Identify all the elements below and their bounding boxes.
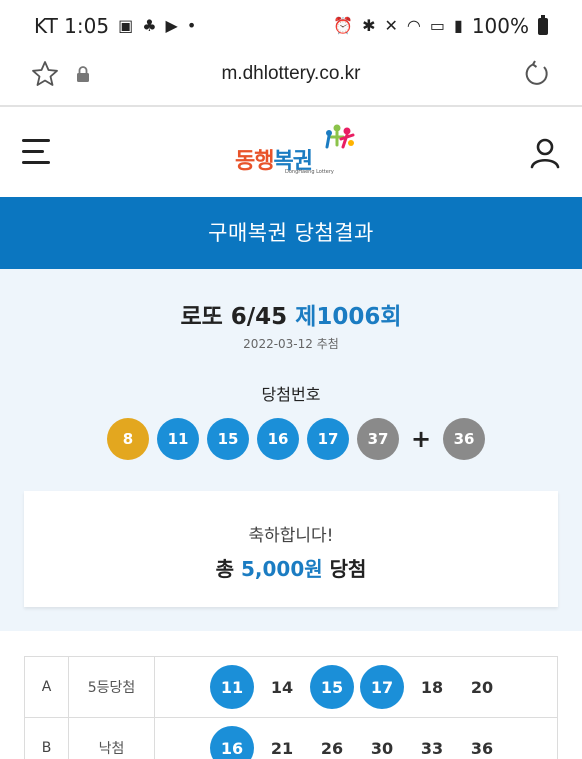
- prize-total: 총 5,000원 당첨: [24, 553, 558, 582]
- ticket-number: 26: [320, 738, 344, 758]
- ticket-row-letter: A: [25, 657, 69, 717]
- hd-icon: ▭: [429, 16, 445, 35]
- site-header: 동행복권 DongHaeng Lottery: [0, 109, 582, 197]
- ticket-number: 33: [420, 738, 444, 758]
- ticket-row: B 낙첨 16 21 26 30 33 36: [25, 718, 557, 759]
- wifi-icon: ◠: [406, 16, 421, 35]
- ticket-number: 14: [270, 677, 294, 697]
- youtube-icon: ▶: [165, 16, 178, 35]
- status-left: KT 1:05 ▣ ♣ ▶ •: [34, 14, 196, 38]
- user-icon[interactable]: [528, 136, 562, 170]
- battery-icon: [538, 14, 548, 35]
- draw-round: 제1006회: [295, 304, 402, 330]
- game-name: 로또 6/45: [180, 304, 288, 330]
- winning-ball: 11: [157, 418, 199, 460]
- bluetooth-icon: ✱: [362, 16, 376, 35]
- ticket-number: 30: [370, 738, 394, 758]
- hamburger-menu-icon[interactable]: [22, 139, 54, 167]
- carrier-time: KT 1:05: [34, 14, 110, 38]
- logo-subtitle: DongHaeng Lottery: [285, 169, 334, 175]
- matched-number: 15: [310, 665, 354, 709]
- ticket-table: A 5등당첨 11 14 15 17 18 20 B 낙첨 16 21 26 30 33 36: [24, 656, 558, 759]
- winning-numbers: 8 11 15 16 17 37 +36: [107, 418, 485, 460]
- ticket-row-numbers: 16 21 26 30 33 36: [155, 718, 557, 759]
- matched-number: 11: [210, 665, 254, 709]
- dot-icon: •: [186, 16, 197, 35]
- bonus-ball: 36: [443, 418, 485, 460]
- ticket-row-result: 낙첨: [69, 718, 155, 759]
- ticket-number: 18: [420, 677, 444, 697]
- prize-amount: 5,000원: [240, 557, 323, 581]
- winning-ball: 17: [307, 418, 349, 460]
- browser-url-bar: m.dhlottery.co.kr: [0, 52, 582, 107]
- congrats-message: 축하합니다!: [248, 526, 334, 546]
- gallery-icon: ▣: [118, 16, 134, 35]
- ticket-row: A 5등당첨 11 14 15 17 18 20: [25, 657, 557, 718]
- url-address[interactable]: m.dhlottery.co.kr: [0, 63, 582, 85]
- draw-result-section: 로또 6/45 제1006회 2022-03-12 추첨 당첨번호 8 11 15 1…: [0, 269, 582, 631]
- status-right: ⏰ ✱ ✕ ◠ ▭ ▮ 100%: [333, 14, 548, 38]
- ticket-row-result: 5등당첨: [69, 657, 155, 717]
- matched-number: 17: [360, 665, 404, 709]
- winning-ball: 8: [107, 418, 149, 460]
- ticket-number: 20: [470, 677, 494, 697]
- ticket-row-letter: B: [25, 718, 69, 759]
- bonus-plus: +: [410, 425, 432, 453]
- winning-numbers-label: 당첨번호: [261, 385, 321, 404]
- mute-icon: ✕: [384, 16, 398, 35]
- draw-title: 로또 6/45 제1006회: [0, 297, 582, 331]
- battery-percent: 100%: [471, 14, 529, 38]
- signal-icon: ▮: [454, 16, 463, 35]
- logo-text-a: 동행: [235, 149, 274, 174]
- congrats-card: 축하합니다! 총 5,000원 당첨: [24, 491, 558, 607]
- page-title: 구매복권 당첨결과: [0, 197, 582, 269]
- ticket-number: 36: [470, 738, 494, 758]
- ticket-number: 21: [270, 738, 294, 758]
- winning-ball: 37: [357, 418, 399, 460]
- prize-suffix: 당첨: [322, 557, 367, 581]
- site-logo[interactable]: 동행복권 DongHaeng Lottery: [235, 123, 355, 183]
- reload-icon[interactable]: [522, 59, 552, 89]
- draw-date: 2022-03-12 추첨: [243, 337, 339, 351]
- alarm-icon: ⏰: [333, 16, 354, 35]
- winning-ball: 16: [257, 418, 299, 460]
- winning-ball: 15: [207, 418, 249, 460]
- prize-prefix: 총: [215, 557, 241, 581]
- status-bar: KT 1:05 ▣ ♣ ▶ • ⏰ ✱ ✕ ◠ ▭ ▮ 100%: [0, 0, 582, 52]
- ticket-row-numbers: 11 14 15 17 18 20: [155, 657, 557, 717]
- app-notification-icon: ♣: [142, 16, 157, 35]
- matched-number: 16: [210, 726, 254, 759]
